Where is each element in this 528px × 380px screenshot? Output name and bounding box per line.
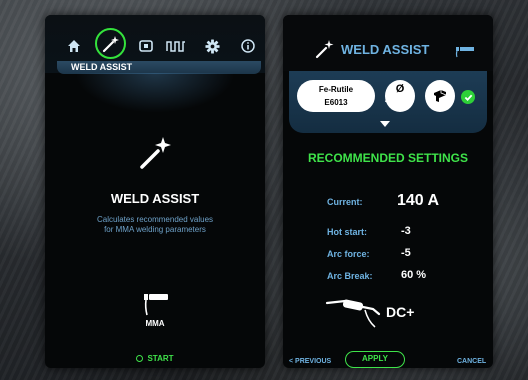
joint-type-selector[interactable] [425, 80, 455, 112]
arc-break-value: 60 % [401, 269, 427, 281]
process-label[interactable]: MMA [45, 319, 265, 328]
electrode-holder-icon [325, 297, 381, 333]
current-value: 140 A [397, 192, 440, 209]
gear-icon[interactable] [203, 37, 221, 55]
description-line: for MMA welding parameters [104, 225, 206, 234]
start-label: START [147, 354, 174, 363]
home-icon[interactable] [65, 37, 83, 55]
electrode-type: Fe-Rutile [318, 85, 354, 94]
caret-down-icon [380, 121, 390, 127]
display-icon[interactable] [137, 37, 155, 55]
description-line: Calculates recommended values [96, 215, 214, 224]
hot-start-label: Hot start: [327, 227, 367, 237]
electrode-holder-icon [455, 43, 475, 62]
arc-force-label: Arc force: [327, 249, 370, 259]
polarity-value: DC+ [386, 304, 415, 320]
feature-title: WELD ASSIST [110, 191, 200, 206]
section-title: RECOMMENDED SETTINGS [307, 151, 468, 165]
hot-start-value: -3 [401, 225, 411, 237]
apply-button[interactable]: APPLY [345, 351, 405, 368]
electrode-holder-icon[interactable] [143, 293, 169, 321]
current-label: Current: [327, 197, 363, 207]
diameter-symbol: Ø [395, 83, 405, 95]
recommended-settings-panel: WELD ASSIST Fe-Rutile E6013 Ø 4.0 RECOMM… [283, 15, 493, 368]
start-button[interactable]: START [45, 354, 265, 363]
diameter-selector[interactable]: Ø 4.0 [385, 80, 415, 112]
feature-description: Calculates recommended values for MMA we… [45, 215, 265, 235]
nav-glow [75, 73, 235, 113]
weld-assist-intro-panel: WELD ASSIST WELD ASSIST Calculates recom… [45, 15, 265, 368]
pulse-wave-icon[interactable] [165, 37, 187, 55]
magic-wand-icon [138, 135, 174, 175]
electrode-code: E6013 [324, 98, 348, 107]
magic-wand-icon [315, 39, 335, 63]
panel-title: WELD ASSIST [341, 42, 430, 57]
magic-wand-icon[interactable] [95, 28, 126, 59]
start-ring-icon [136, 355, 144, 362]
arc-force-value: -5 [401, 247, 411, 259]
top-nav: WELD ASSIST [45, 15, 265, 74]
panel-header: WELD ASSIST [283, 15, 493, 71]
check-icon [461, 90, 475, 104]
diameter-value: 4.0 [385, 96, 397, 105]
arc-break-label: Arc Break: [327, 271, 373, 281]
cancel-button[interactable]: CANCEL [457, 358, 486, 365]
previous-button[interactable]: < PREVIOUS [289, 358, 331, 365]
info-icon[interactable] [239, 37, 257, 55]
joint-type-icon [434, 90, 447, 102]
electrode-selector[interactable]: Fe-Rutile E6013 [297, 80, 375, 112]
